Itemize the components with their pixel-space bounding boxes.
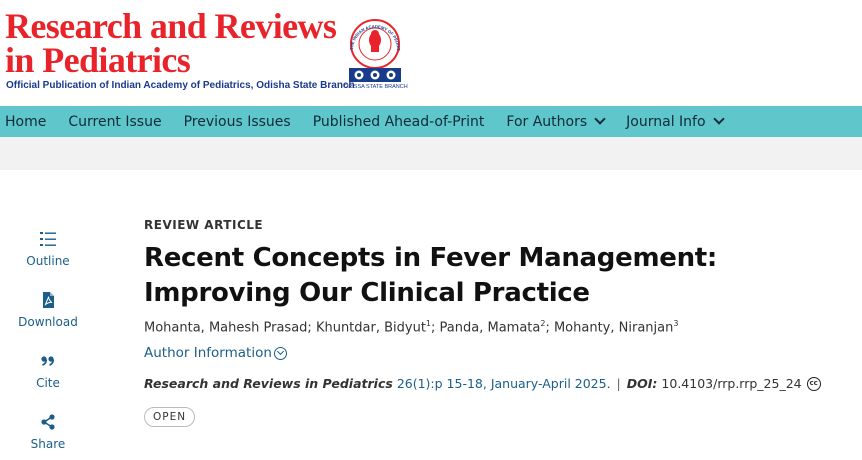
masthead: Research and Reviews in Pediatrics Offic… — [0, 0, 862, 106]
creative-commons-icon[interactable]: cc — [806, 376, 821, 391]
author-name[interactable]: Mohanty, Niranjan — [554, 320, 673, 335]
author-information-toggle[interactable]: Author Information — [144, 345, 844, 361]
citation-separator: | — [616, 376, 621, 392]
author-list: Mohanta, Mahesh Prasad; Khuntdar, Bidyut… — [144, 319, 844, 335]
author-separator: ; — [545, 320, 554, 336]
author-separator: ; — [307, 320, 316, 336]
outline-button[interactable]: Outline — [13, 230, 83, 268]
nav-previous-issues[interactable]: Previous Issues — [184, 114, 291, 130]
chevron-down-icon — [712, 113, 725, 125]
share-button[interactable]: Share — [13, 413, 83, 451]
circle-chevron-down-icon — [273, 346, 287, 360]
nav-label: For Authors — [506, 113, 588, 130]
journal-title-line-1[interactable]: Research and Reviews — [5, 8, 337, 44]
doi-label: DOI: — [626, 376, 658, 392]
author-separator: ; — [431, 320, 440, 336]
nav-label: Published Ahead-of-Print — [312, 113, 485, 130]
article-type: REVIEW ARTICLE — [144, 218, 264, 232]
open-access-badge: OPEN — [144, 407, 196, 428]
outline-label: Outline — [26, 254, 70, 268]
author-name[interactable]: Khuntdar, Bidyut — [316, 320, 426, 335]
nav-label: Journal Info — [626, 113, 706, 130]
nav-for-authors[interactable]: For Authors — [506, 113, 606, 130]
quote-icon — [41, 356, 55, 366]
nav-journal-info[interactable]: Journal Info — [626, 113, 725, 130]
nav-label: Current Issue — [68, 113, 162, 130]
author-name[interactable]: Mohanta, Mahesh Prasad — [144, 320, 307, 335]
subnav-band — [0, 137, 862, 170]
main-nav: Home Current Issue Previous Issues Publi… — [0, 106, 862, 137]
download-label: Download — [18, 315, 78, 329]
affiliation-marker: 3 — [673, 319, 679, 328]
iap-logo: THE INDIAN ACADEMY OF PEDIATRICS — [347, 10, 401, 82]
list-icon — [40, 232, 56, 246]
share-icon — [41, 414, 55, 430]
journal-tagline: Official Publication of Indian Academy o… — [6, 80, 355, 91]
nav-label: Home — [5, 113, 47, 130]
pdf-file-icon — [43, 292, 54, 308]
citation-line: Research and Reviews in Pediatrics 26(1)… — [144, 376, 844, 391]
issue-link[interactable]: 26(1):p 15-18, January-April 2025. — [397, 376, 611, 391]
doi-value[interactable]: 10.4103/rrp.rrp_25_24 — [661, 376, 801, 391]
cite-button[interactable]: Cite — [13, 352, 83, 390]
nav-current-issue[interactable]: Current Issue — [68, 114, 161, 130]
cite-label: Cite — [36, 376, 60, 390]
journal-name: Research and Reviews in Pediatrics — [144, 376, 393, 392]
journal-title-line-2[interactable]: in Pediatrics — [5, 42, 191, 78]
nav-label: Previous Issues — [183, 113, 291, 130]
logo-caption: ORISSA STATE BRANCH — [344, 84, 408, 90]
article-header: REVIEW ARTICLE Recent Concepts in Fever … — [144, 218, 844, 428]
share-label: Share — [30, 437, 66, 451]
download-button[interactable]: Download — [13, 291, 83, 329]
article-title: Recent Concepts in Fever Management: Imp… — [144, 243, 718, 308]
chevron-down-icon — [594, 113, 606, 125]
nav-published-ahead-of-print[interactable]: Published Ahead-of-Print — [313, 114, 485, 130]
author-name[interactable]: Panda, Mamata — [440, 320, 541, 335]
nav-home[interactable]: Home — [5, 114, 46, 130]
author-information-label: Author Information — [144, 345, 272, 362]
